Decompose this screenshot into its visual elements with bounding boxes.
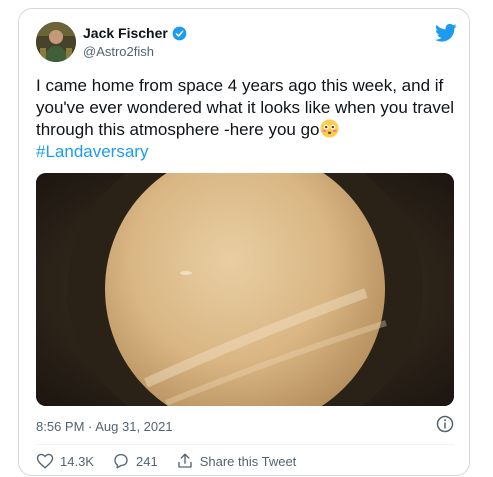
avatar-photo [36, 22, 76, 62]
reply-button[interactable]: 241 [112, 452, 158, 470]
reply-bubble-icon [114, 453, 128, 469]
heart-icon [36, 453, 54, 469]
flushed-face-emoji [319, 119, 339, 138]
tweet-timestamp[interactable]: 8:56 PM · Aug 31, 2021 [36, 419, 173, 434]
like-count: 14.3K [60, 453, 94, 469]
share-icon [178, 453, 192, 468]
divider [36, 444, 454, 445]
author-name-row: Jack Fischer [83, 25, 187, 41]
share-button[interactable]: Share this Tweet [176, 452, 297, 470]
author-name[interactable]: Jack Fischer [83, 25, 168, 41]
author-avatar[interactable] [36, 22, 76, 62]
like-button[interactable]: 14.3K [36, 452, 94, 470]
tweet-media-video[interactable] [36, 173, 454, 406]
share-label: Share this Tweet [199, 453, 297, 469]
verified-badge-icon [172, 26, 187, 40]
window-view-image [36, 173, 454, 406]
tweet-actions: 14.3K 241 Share this Tweet [36, 452, 314, 470]
twitter-bird-icon[interactable] [435, 23, 457, 43]
author-handle[interactable]: @Astro2fish [83, 44, 154, 59]
hashtag-link[interactable]: #Landaversary [36, 142, 148, 161]
tweet-text: I came home from space 4 years ago this … [36, 75, 456, 163]
reply-count: 241 [135, 453, 158, 469]
tweet-body: I came home from space 4 years ago this … [36, 76, 455, 139]
info-icon[interactable] [436, 415, 454, 433]
tweet-card: Jack Fischer @Astro2fish I came home fro… [18, 8, 470, 476]
